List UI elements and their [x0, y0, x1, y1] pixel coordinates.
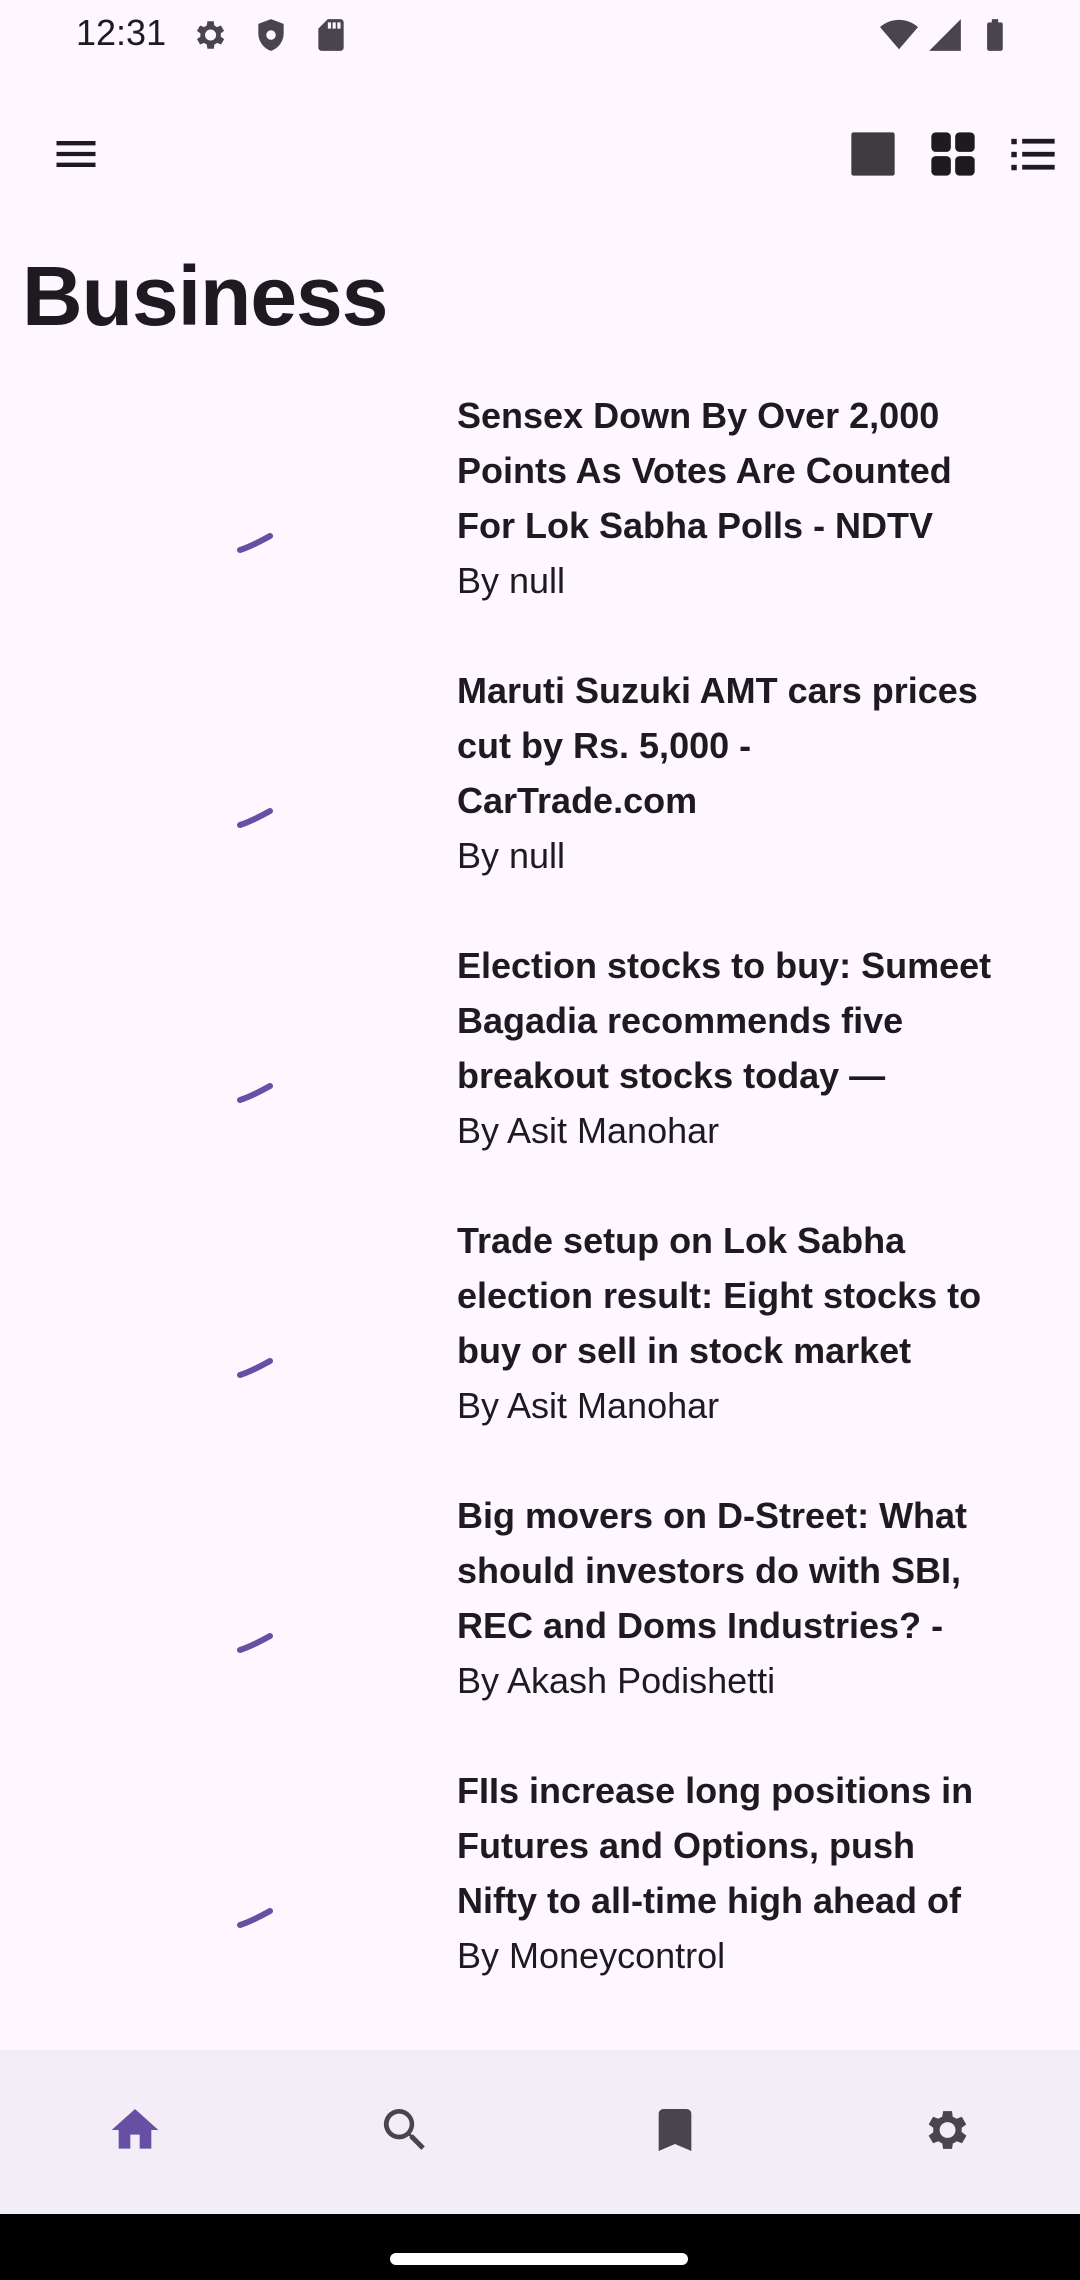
loading-spinner-icon	[237, 1358, 273, 1378]
home-icon	[107, 2102, 163, 2163]
loading-spinner-icon	[237, 533, 273, 553]
article-author: By Akash Podishetti	[457, 1660, 776, 1701]
grid-view-icon	[927, 128, 979, 185]
app-bar	[0, 100, 1080, 190]
search-icon	[377, 2102, 433, 2163]
article-title: Maruti Suzuki AMT cars prices cut by Rs.…	[457, 670, 978, 821]
nav-search-button[interactable]	[270, 2050, 540, 2214]
article-thumbnail	[0, 1755, 440, 2030]
settings-icon	[917, 2102, 973, 2163]
bookmark-icon	[647, 2102, 703, 2163]
bottom-navigation	[0, 2050, 1080, 2214]
single-view-button[interactable]	[833, 116, 913, 196]
article-thumbnail	[0, 930, 440, 1205]
list-item[interactable]: Big movers on D-Street: What should inve…	[0, 1480, 1080, 1755]
article-author: By null	[457, 835, 566, 876]
list-item[interactable]: Sensex Down By Over 2,000 Points As Vote…	[0, 380, 1080, 655]
article-title: Godin Blood Doors Grade	[457, 2038, 997, 2050]
article-thumbnail	[0, 2030, 440, 2050]
article-thumbnail	[0, 1205, 440, 1480]
settings-icon	[190, 16, 228, 54]
page-title: Business	[22, 249, 388, 343]
article-title: Big movers on D-Street: What should inve…	[457, 1495, 968, 1646]
list-view-button[interactable]	[993, 116, 1073, 196]
article-thumbnail	[0, 655, 440, 930]
article-title: Sensex Down By Over 2,000 Points As Vote…	[457, 395, 952, 546]
list-view-icon	[1007, 128, 1059, 185]
loading-spinner-icon	[237, 808, 273, 828]
list-item[interactable]: Election stocks to buy: Sumeet Bagadia r…	[0, 930, 1080, 1205]
single-view-icon	[847, 128, 899, 185]
shield-icon	[252, 16, 290, 54]
status-bar: 12:31	[0, 0, 1080, 70]
list-item[interactable]: FIIs increase long positions in Futures …	[0, 1755, 1080, 2030]
list-item[interactable]: Trade setup on Lok Sabha election result…	[0, 1205, 1080, 1480]
article-title: FIIs increase long positions in Futures …	[457, 1770, 974, 1921]
nav-bookmarks-button[interactable]	[540, 2050, 810, 2214]
list-item[interactable]: Maruti Suzuki AMT cars prices cut by Rs.…	[0, 655, 1080, 930]
nav-home-button[interactable]	[0, 2050, 270, 2214]
article-thumbnail	[0, 1480, 440, 1755]
status-time: 12:31	[76, 12, 167, 53]
loading-spinner-icon	[237, 1908, 273, 1928]
system-navigation-bar	[0, 2214, 1080, 2280]
wifi-icon	[880, 16, 918, 54]
article-author: By Asit Manohar	[457, 1385, 720, 1426]
sd-card-icon	[312, 16, 350, 54]
loading-spinner-icon	[237, 1633, 273, 1653]
battery-icon	[976, 16, 1014, 54]
article-list[interactable]: Sensex Down By Over 2,000 Points As Vote…	[0, 380, 1080, 2050]
article-thumbnail	[0, 380, 440, 655]
article-author: By Asit Manohar	[457, 1110, 720, 1151]
list-item[interactable]: Godin Blood Doors Grade	[0, 2030, 1080, 2050]
article-author: By Moneycontrol	[457, 1935, 726, 1976]
article-author: By null	[457, 560, 566, 601]
menu-icon	[50, 128, 102, 185]
article-title: Election stocks to buy: Sumeet Bagadia r…	[457, 945, 992, 1096]
grid-view-button[interactable]	[913, 116, 993, 196]
loading-spinner-icon	[237, 1083, 273, 1103]
article-title: Trade setup on Lok Sabha election result…	[457, 1220, 982, 1371]
nav-settings-button[interactable]	[810, 2050, 1080, 2214]
home-indicator[interactable]	[390, 2253, 688, 2265]
menu-button[interactable]	[36, 116, 116, 196]
signal-icon	[926, 16, 964, 54]
